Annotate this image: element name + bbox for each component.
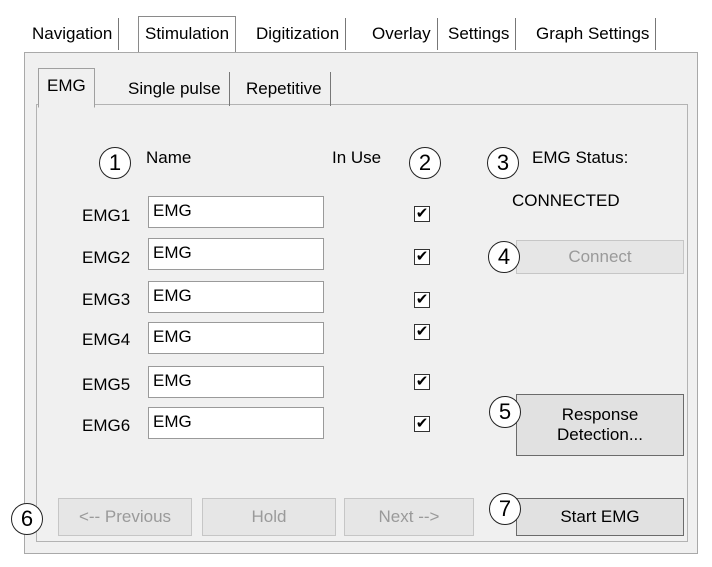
annotation-badge-3: 3 bbox=[487, 147, 519, 179]
emg-row-label: EMG3 bbox=[82, 290, 131, 309]
in-use-checkbox[interactable]: ✔ bbox=[414, 292, 430, 308]
subtab-single-pulse[interactable]: Single pulse bbox=[120, 72, 230, 106]
tab-settings[interactable]: Settings bbox=[442, 18, 517, 50]
tab-overlay[interactable]: Overlay bbox=[366, 18, 438, 50]
tab-navigation[interactable]: Navigation bbox=[26, 18, 120, 50]
in-use-column-header: In Use bbox=[332, 148, 382, 167]
in-use-checkbox[interactable]: ✔ bbox=[414, 249, 430, 265]
annotation-badge-1: 1 bbox=[99, 147, 131, 179]
previous-button[interactable]: <-- Previous bbox=[58, 498, 192, 536]
response-detection-label-line1: Response bbox=[561, 405, 639, 424]
subtab-repetitive[interactable]: Repetitive bbox=[238, 72, 331, 106]
annotation-badge-7: 7 bbox=[489, 493, 521, 525]
emg-row-label: EMG6 bbox=[82, 416, 131, 435]
tab-graph-settings[interactable]: Graph Settings bbox=[530, 18, 657, 50]
next-button[interactable]: Next --> bbox=[344, 498, 474, 536]
connect-button[interactable]: Connect bbox=[516, 240, 684, 274]
emg-name-field[interactable]: EMG bbox=[148, 281, 324, 313]
emg-row-label: EMG1 bbox=[82, 206, 131, 225]
emg-name-field[interactable]: EMG bbox=[148, 238, 324, 270]
emg-row-label: EMG4 bbox=[82, 330, 131, 349]
emg-name-field[interactable]: EMG bbox=[148, 366, 324, 398]
annotation-badge-4: 4 bbox=[488, 241, 520, 273]
emg-name-field[interactable]: EMG bbox=[148, 322, 324, 354]
emg-row-label: EMG2 bbox=[82, 248, 131, 267]
hold-button[interactable]: Hold bbox=[202, 498, 336, 536]
in-use-checkbox[interactable]: ✔ bbox=[414, 416, 430, 432]
response-detection-label-line2: Detection... bbox=[557, 425, 643, 444]
name-column-header: Name bbox=[146, 148, 192, 167]
in-use-checkbox[interactable]: ✔ bbox=[414, 206, 430, 222]
annotation-badge-2: 2 bbox=[409, 147, 441, 179]
emg-name-field[interactable]: EMG bbox=[148, 196, 324, 228]
annotation-badge-6: 6 bbox=[11, 503, 43, 535]
emg-name-field[interactable]: EMG bbox=[148, 407, 324, 439]
tab-digitization[interactable]: Digitization bbox=[250, 18, 347, 50]
subtab-emg[interactable]: EMG bbox=[38, 68, 95, 108]
emg-row-label: EMG5 bbox=[82, 375, 131, 394]
in-use-checkbox[interactable]: ✔ bbox=[414, 324, 430, 340]
annotation-badge-5: 5 bbox=[489, 396, 521, 428]
start-emg-button[interactable]: Start EMG bbox=[516, 498, 684, 536]
tab-stimulation[interactable]: Stimulation bbox=[138, 16, 237, 52]
response-detection-button[interactable]: Response Detection... bbox=[516, 394, 684, 456]
in-use-checkbox[interactable]: ✔ bbox=[414, 374, 430, 390]
emg-panel bbox=[36, 104, 688, 542]
emg-status-label: EMG Status: bbox=[532, 148, 629, 167]
emg-status-value: CONNECTED bbox=[512, 191, 620, 210]
